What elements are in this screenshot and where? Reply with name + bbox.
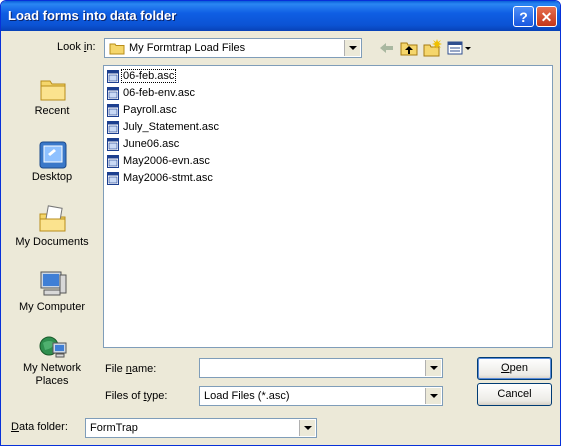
- back-icon: [380, 43, 393, 53]
- datafolder-combo[interactable]: FormTrap: [85, 418, 317, 438]
- asc-file-icon: [107, 70, 119, 83]
- lookin-combo[interactable]: My Formtrap Load Files: [104, 38, 362, 58]
- folder-icon: [109, 43, 125, 55]
- help-button[interactable]: ?: [513, 6, 534, 27]
- window-title: Load forms into data folder: [8, 8, 177, 23]
- views-menu-button[interactable]: [445, 38, 473, 58]
- new-folder-icon: [423, 39, 442, 57]
- datafolder-dropdown-arrow[interactable]: [299, 420, 315, 436]
- views-menu-icon: [447, 41, 471, 55]
- file-list[interactable]: 06-feb.asc 06-feb-env.asc Payroll.asc July_…: [103, 65, 553, 348]
- places-bar: Recent Desktop My Documents My Computer …: [7, 65, 97, 393]
- close-icon: ✕: [540, 9, 553, 25]
- file-name: May2006-stmt.asc: [123, 172, 213, 184]
- filename-label: File name:: [105, 363, 157, 375]
- file-name: 06-feb.asc: [120, 69, 177, 83]
- asc-file-icon: [107, 155, 119, 168]
- filetype-dropdown-arrow[interactable]: [425, 388, 441, 404]
- close-button[interactable]: ✕: [536, 6, 557, 27]
- filename-combo[interactable]: [199, 358, 443, 378]
- open-button[interactable]: Open: [477, 357, 552, 380]
- cancel-button[interactable]: Cancel: [477, 383, 552, 406]
- desktop-icon: [39, 141, 67, 169]
- datafolder-label: Data folder:: [11, 421, 68, 433]
- lookin-value: My Formtrap Load Files: [129, 42, 246, 54]
- file-name: July_Statement.asc: [123, 121, 219, 133]
- asc-file-icon: [107, 138, 119, 151]
- title-bar[interactable]: Load forms into data folder ? ✕: [1, 1, 560, 31]
- filetype-value: Load Files (*.asc): [204, 390, 290, 402]
- asc-file-icon: [107, 87, 119, 100]
- recent-icon: [40, 80, 66, 101]
- network-places-icon: [39, 336, 67, 358]
- asc-file-icon: [107, 172, 119, 185]
- file-name: 06-feb-env.asc: [123, 87, 195, 99]
- place-my-computer[interactable]: My Computer: [7, 263, 97, 323]
- file-name: Payroll.asc: [123, 104, 177, 116]
- network-places-label: My Network Places: [22, 362, 82, 387]
- filetype-combo[interactable]: Load Files (*.asc): [199, 386, 443, 406]
- my-computer-icon: [40, 271, 67, 296]
- my-documents-icon: [39, 205, 66, 232]
- file-name: May2006-evn.asc: [123, 155, 210, 167]
- asc-file-icon: [107, 121, 119, 134]
- filetype-label: Files of type:: [105, 390, 168, 402]
- new-folder-button[interactable]: [421, 38, 443, 58]
- load-forms-dialog: Load forms into data folder ? ✕ Look in:…: [0, 0, 561, 446]
- file-name: June06.asc: [123, 138, 180, 150]
- filename-dropdown-arrow[interactable]: [425, 360, 441, 376]
- lookin-label: Look in:: [57, 41, 96, 53]
- datafolder-value: FormTrap: [90, 422, 138, 434]
- asc-file-icon: [107, 104, 119, 117]
- back-button[interactable]: [376, 38, 398, 58]
- place-my-documents[interactable]: My Documents: [7, 198, 97, 258]
- place-desktop[interactable]: Desktop: [7, 134, 97, 194]
- place-recent[interactable]: Recent: [7, 69, 97, 129]
- up-folder-icon: [400, 42, 418, 56]
- help-icon: ?: [519, 9, 528, 25]
- up-folder-button[interactable]: [398, 38, 420, 58]
- lookin-dropdown-arrow[interactable]: [344, 40, 360, 56]
- place-my-network-places[interactable]: My Network Places: [7, 327, 97, 393]
